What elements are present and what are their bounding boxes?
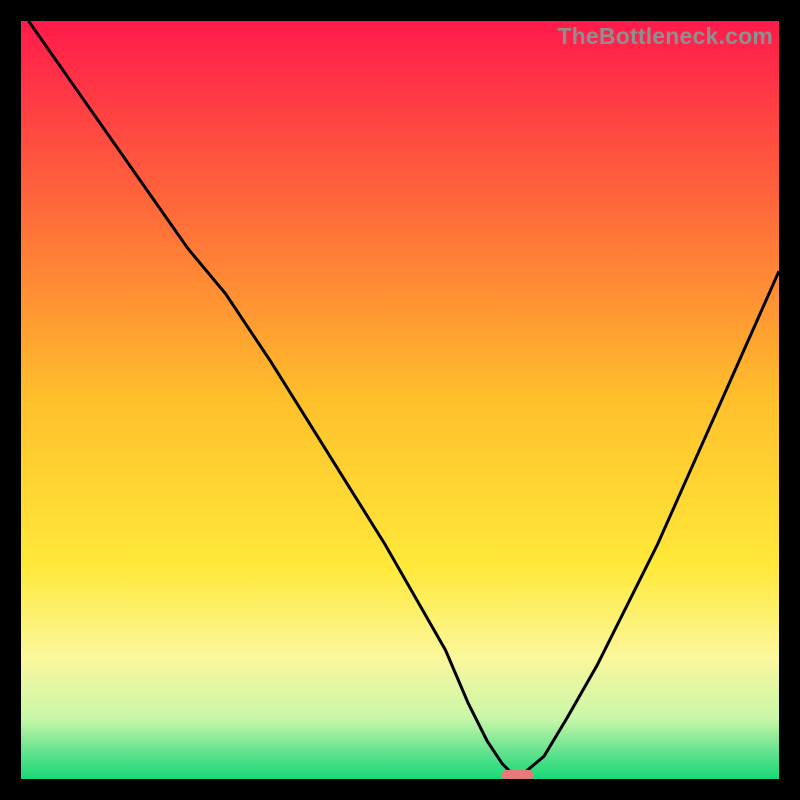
bottleneck-chart bbox=[21, 21, 779, 779]
watermark-text: TheBottleneck.com bbox=[557, 23, 773, 50]
optimal-zone-marker bbox=[502, 770, 534, 779]
gradient-background bbox=[21, 21, 779, 779]
chart-frame: TheBottleneck.com bbox=[21, 21, 779, 779]
